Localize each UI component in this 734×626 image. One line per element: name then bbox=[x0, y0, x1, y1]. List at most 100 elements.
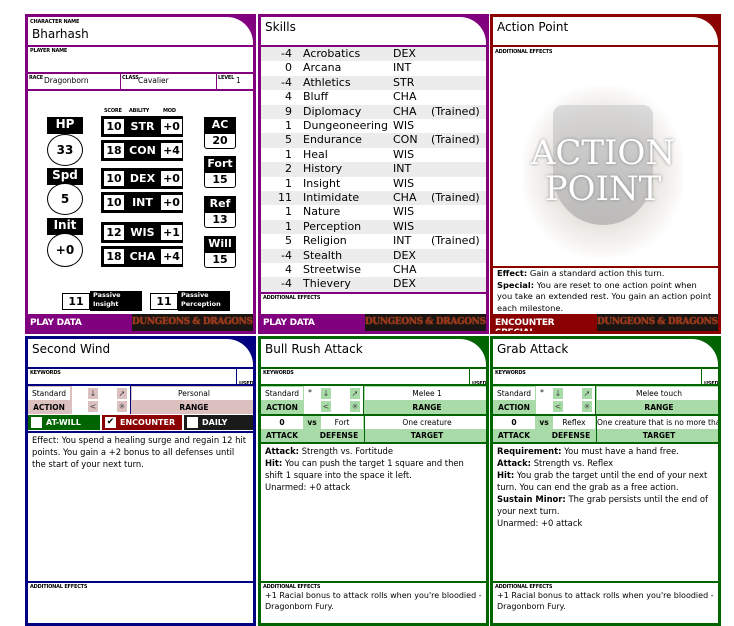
skill-row[interactable]: 5 Religion INT (Trained) bbox=[261, 234, 486, 248]
art-text: ACTION POINT bbox=[523, 135, 683, 207]
skill-ability: CHA bbox=[393, 191, 417, 204]
skill-row[interactable]: 1 Insight WIS bbox=[261, 177, 486, 191]
special-label: Special: bbox=[497, 279, 535, 290]
power-text-body: Strength vs. Reflex bbox=[531, 458, 614, 468]
target-value[interactable]: One creature that is no more than bbox=[597, 416, 718, 429]
action-type[interactable]: Standard bbox=[261, 387, 303, 400]
card-footer: ENCOUNTER SPECIAL DUNGEONS & DRAGONS bbox=[493, 314, 718, 331]
dnd-logo: DUNGEONS & DRAGONS bbox=[131, 314, 253, 331]
range-value[interactable]: Melee touch bbox=[597, 387, 718, 400]
attack-bonus[interactable]: 0 bbox=[493, 416, 535, 429]
defense-value[interactable]: 20 bbox=[204, 133, 236, 149]
skill-row[interactable]: 0 Arcana INT bbox=[261, 61, 486, 75]
daily-toggle[interactable]: DAILY bbox=[184, 415, 253, 430]
skill-bonus: 1 bbox=[285, 119, 292, 132]
defense-value[interactable]: 15 bbox=[204, 252, 236, 268]
skill-name: Heal bbox=[303, 147, 328, 161]
range-label: RANGE bbox=[644, 403, 674, 412]
passive-perception-value[interactable]: 11 bbox=[150, 293, 178, 310]
hp-label: HP bbox=[47, 117, 83, 134]
power-text-label: Requirement: bbox=[497, 446, 562, 456]
power-text-line: Hit: You grab the target until the end o… bbox=[497, 469, 714, 493]
skill-row[interactable]: 1 Heal WIS bbox=[261, 148, 486, 162]
skill-row[interactable]: 2 History INT bbox=[261, 162, 486, 177]
level-field[interactable]: LEVEL 1 bbox=[217, 73, 253, 89]
init-value[interactable]: +0 bbox=[47, 233, 83, 267]
at-will-toggle[interactable]: AT-WILL bbox=[28, 415, 100, 430]
defense-value[interactable]: 15 bbox=[204, 172, 236, 188]
speed-value[interactable]: 5 bbox=[47, 183, 83, 215]
attack-power-card: Grab Attack KEYWORDS USED Standard ACTION * ↓ ➚… bbox=[490, 336, 721, 626]
power-text-body: You grab the target until the end of you… bbox=[497, 470, 708, 492]
ability-score[interactable]: 10 bbox=[103, 194, 125, 211]
character-card: CHARACTER NAME Bharhash PLAYER NAME RACE… bbox=[25, 14, 256, 334]
skill-row[interactable]: -4 Thievery DEX bbox=[261, 277, 486, 292]
skill-row[interactable]: 1 Nature WIS bbox=[261, 205, 486, 219]
skill-row[interactable]: 4 Bluff CHA bbox=[261, 90, 486, 104]
area-icon: ✳ bbox=[582, 401, 592, 412]
passive-insight-value[interactable]: 11 bbox=[62, 293, 90, 310]
skill-row[interactable]: 11 Intimidate CHA (Trained) bbox=[261, 191, 486, 206]
defense-label: AC bbox=[204, 117, 236, 133]
passive-perception-label-1: Passive bbox=[181, 291, 209, 299]
skill-row[interactable]: 4 Streetwise CHA bbox=[261, 263, 486, 277]
skill-ability: WIS bbox=[393, 119, 415, 132]
skill-row[interactable]: -4 Athletics STR bbox=[261, 75, 486, 91]
skill-name: Athletics bbox=[303, 75, 351, 89]
ability-name: DEX bbox=[125, 170, 160, 187]
skill-ability: CHA bbox=[393, 104, 417, 118]
ability-score[interactable]: 18 bbox=[103, 248, 125, 265]
checkbox-icon bbox=[31, 417, 42, 428]
attack-bonus[interactable]: 0 bbox=[261, 416, 303, 429]
used-checkbox[interactable]: USED bbox=[701, 368, 718, 387]
keywords-label: KEYWORDS bbox=[30, 370, 61, 376]
defense-label: Fort bbox=[204, 156, 236, 172]
skill-name: Religion bbox=[303, 234, 347, 248]
skill-name: Bluff bbox=[303, 90, 329, 104]
class-field[interactable]: CLASS Cavalier bbox=[121, 73, 217, 89]
skill-row[interactable]: -4 Stealth DEX bbox=[261, 248, 486, 263]
character-name[interactable]: Bharhash bbox=[32, 27, 89, 41]
power-text: Attack: Strength vs. Fortitude Hit: You c… bbox=[265, 445, 482, 493]
melee-icon: ↓ bbox=[321, 388, 331, 399]
ability-score[interactable]: 10 bbox=[103, 118, 125, 135]
ability-mod[interactable]: +1 bbox=[160, 224, 183, 241]
ability-score[interactable]: 10 bbox=[103, 170, 125, 187]
skill-row[interactable]: 5 Endurance CON (Trained) bbox=[261, 133, 486, 148]
skill-row[interactable]: 9 Diplomacy CHA (Trained) bbox=[261, 104, 486, 119]
action-type[interactable]: Standard bbox=[493, 387, 535, 400]
skill-bonus: 9 bbox=[285, 104, 292, 118]
used-checkbox[interactable]: USED bbox=[469, 368, 486, 387]
ranged-icon: ➚ bbox=[350, 388, 360, 399]
ability-mod[interactable]: +4 bbox=[160, 248, 183, 265]
ability-mod[interactable]: +0 bbox=[160, 118, 183, 135]
target-value[interactable]: One creature bbox=[365, 416, 486, 429]
ability-name: STR bbox=[125, 118, 160, 135]
defense-value[interactable]: Reflex bbox=[553, 416, 595, 429]
used-checkbox[interactable]: USED bbox=[236, 368, 253, 387]
defense-value[interactable]: 13 bbox=[204, 212, 236, 228]
encounter-toggle[interactable]: ✔ ENCOUNTER bbox=[102, 415, 182, 430]
range-value[interactable]: Personal bbox=[132, 387, 253, 400]
ability-mod[interactable]: +4 bbox=[160, 142, 183, 159]
skill-bonus: -4 bbox=[281, 248, 292, 262]
defense-value[interactable]: Fort bbox=[321, 416, 363, 429]
card-title: Bull Rush Attack bbox=[265, 342, 363, 356]
footer-label: PLAY DATA bbox=[30, 318, 82, 328]
skill-ability: CON bbox=[393, 133, 418, 147]
skill-name: Streetwise bbox=[303, 263, 361, 276]
skill-ability: CHA bbox=[393, 263, 417, 276]
skill-row[interactable]: 1 Dungeoneering WIS bbox=[261, 119, 486, 133]
skill-row[interactable]: 1 Perception WIS bbox=[261, 219, 486, 235]
ability-mod[interactable]: +0 bbox=[160, 170, 183, 187]
ability-mod[interactable]: +0 bbox=[160, 194, 183, 211]
skill-row[interactable]: -4 Acrobatics DEX bbox=[261, 47, 486, 62]
additional-effects-text: +1 Racial bonus to attack rolls when you… bbox=[497, 591, 714, 611]
action-type[interactable]: Standard bbox=[28, 387, 70, 400]
race-field[interactable]: RACE Dragonborn bbox=[28, 73, 121, 89]
range-value[interactable]: Melee 1 bbox=[365, 387, 486, 400]
race-label: RACE bbox=[29, 75, 44, 81]
ability-score[interactable]: 12 bbox=[103, 224, 125, 241]
ability-score[interactable]: 18 bbox=[103, 142, 125, 159]
hp-value[interactable]: 33 bbox=[47, 134, 83, 166]
